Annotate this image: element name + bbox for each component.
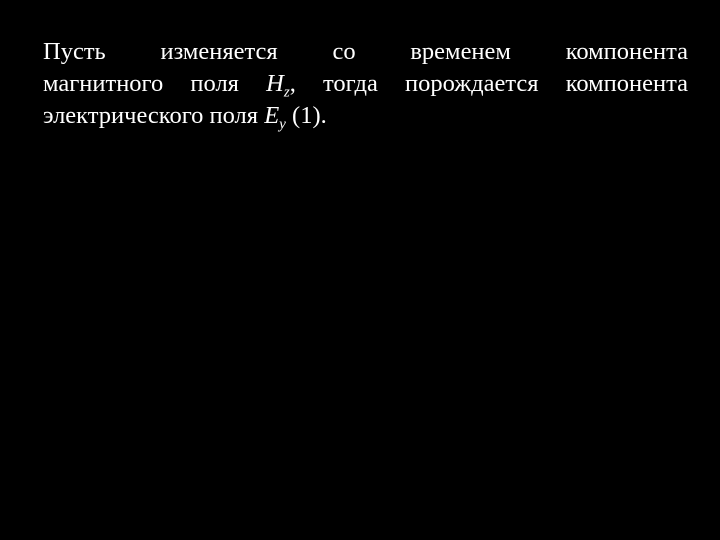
paragraph-line-2: магнитного поля Hz, тогда порождается ко… bbox=[43, 68, 688, 100]
magnetic-field-symbol: H bbox=[266, 70, 284, 97]
line-2-text-after: , тогда порождается компонента bbox=[289, 70, 688, 97]
electric-field-subscript: y bbox=[279, 115, 286, 133]
line-3-text-after: (1). bbox=[285, 102, 327, 129]
line-3-text-before: электрического поля bbox=[43, 102, 265, 129]
paragraph-line-1: Пусть изменяется со временем компонента bbox=[43, 38, 688, 65]
slide: Пусть изменяется со временем компонента … bbox=[0, 0, 720, 540]
paragraph-line-3: электрического поля Ey (1). bbox=[43, 100, 688, 132]
body-paragraph: Пусть изменяется со временем компонента … bbox=[43, 36, 688, 132]
electric-field-symbol: E bbox=[264, 102, 280, 129]
line-2-text-before: магнитного поля bbox=[43, 70, 267, 97]
